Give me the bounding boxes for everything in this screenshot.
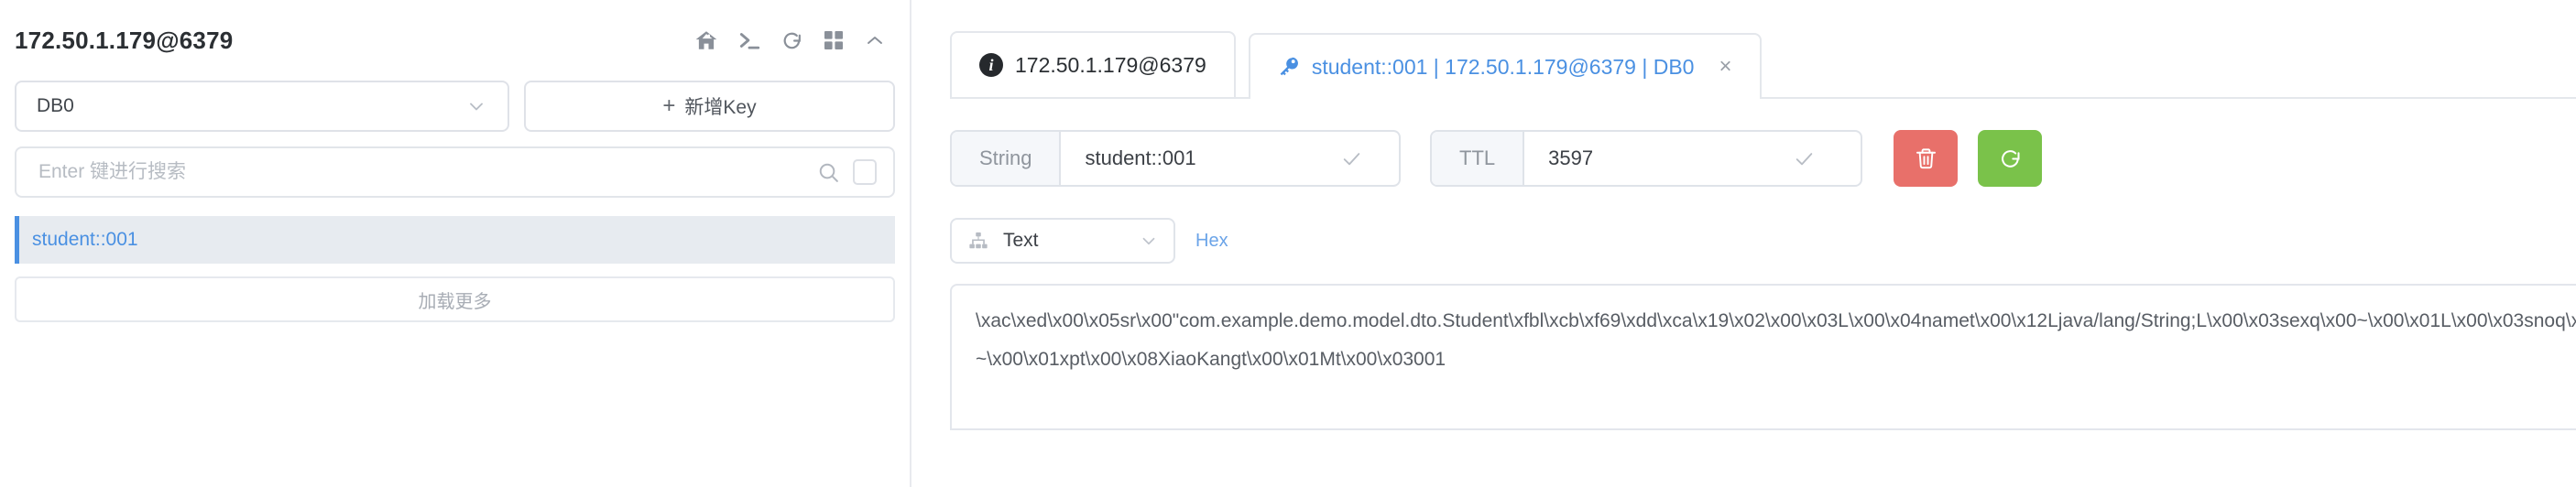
- trash-icon: [1914, 146, 1938, 171]
- sidebar-toolbar: [694, 28, 893, 52]
- refresh-icon: [1998, 146, 2023, 171]
- editor: String student::001 TTL 3597 Text Hex \x…: [950, 99, 2576, 430]
- ttl-field-group[interactable]: TTL 3597: [1430, 130, 1862, 187]
- search-checkbox[interactable]: [853, 159, 877, 185]
- refresh-icon[interactable]: [780, 29, 803, 52]
- terminal-icon[interactable]: [737, 28, 761, 52]
- format-select[interactable]: Text: [950, 218, 1175, 264]
- format-select-value: Text: [1003, 230, 1039, 251]
- list-item[interactable]: student::001: [15, 216, 895, 264]
- search-box[interactable]: [15, 146, 895, 198]
- key-item-label: student::001: [32, 229, 138, 250]
- search-icon[interactable]: [817, 161, 840, 184]
- check-icon[interactable]: [1340, 147, 1363, 170]
- load-more-button[interactable]: 加载更多: [15, 276, 895, 322]
- format-row: Text Hex: [950, 218, 2576, 264]
- ttl-value: 3597: [1548, 146, 1594, 169]
- search-row: [13, 146, 897, 198]
- db-select-value: DB0: [37, 95, 74, 116]
- chevron-down-icon: [1139, 231, 1159, 251]
- key-field-group[interactable]: String student::001: [950, 130, 1401, 187]
- db-select[interactable]: DB0: [15, 81, 509, 132]
- close-icon[interactable]: ×: [1719, 56, 1731, 78]
- editor-header-row: String student::001 TTL 3597: [950, 130, 2576, 187]
- ttl-label: TTL: [1432, 132, 1525, 185]
- sidebar: 172.50.1.179@6379 DB0 + 新增Key Enter 键进行搜…: [0, 0, 911, 487]
- hierarchy-icon: [968, 231, 988, 251]
- key-type-label: String: [952, 132, 1062, 185]
- plus-icon: +: [662, 93, 676, 118]
- add-key-button[interactable]: + 新增Key: [524, 81, 895, 132]
- sidebar-controls-row: DB0 + 新增Key: [13, 81, 897, 132]
- hex-toggle-link[interactable]: Hex: [1195, 231, 1228, 252]
- add-key-label: 新增Key: [684, 97, 757, 118]
- key-name-input[interactable]: student::001: [1061, 132, 1383, 185]
- grid-icon[interactable]: [823, 29, 845, 51]
- load-more-label: 加载更多: [418, 291, 492, 312]
- search-input[interactable]: [37, 160, 804, 184]
- reload-value-button[interactable]: [1978, 130, 2042, 187]
- key-name-value: student::001: [1085, 146, 1196, 169]
- tab-label: 172.50.1.179@6379: [1015, 52, 1206, 77]
- value-content-box[interactable]: \xac\xed\x00\x05sr\x00"com.example.demo.…: [950, 284, 2576, 430]
- chevron-down-icon: [465, 95, 487, 117]
- delete-key-button[interactable]: [1894, 130, 1958, 187]
- tab-key-student-001[interactable]: student::001 | 172.50.1.179@6379 | DB0 ×: [1248, 33, 1762, 101]
- value-content-text[interactable]: \xac\xed\x00\x05sr\x00"com.example.demo.…: [976, 302, 2576, 379]
- connection-title: 172.50.1.179@6379: [15, 26, 234, 54]
- main-panel: i 172.50.1.179@6379 student::001 | 172.5…: [911, 0, 2576, 487]
- ttl-input[interactable]: 3597: [1524, 132, 1836, 185]
- info-icon: i: [979, 53, 1003, 77]
- app-root: 172.50.1.179@6379 DB0 + 新增Key Enter 键进行搜…: [0, 0, 2576, 487]
- tab-label: student::001 | 172.50.1.179@6379 | DB0: [1311, 54, 1695, 79]
- sidebar-header: 172.50.1.179@6379: [13, 0, 897, 81]
- key-icon: [1278, 56, 1300, 78]
- tab-connection-info[interactable]: i 172.50.1.179@6379: [950, 31, 1236, 97]
- tab-bar: i 172.50.1.179@6379 student::001 | 172.5…: [950, 0, 2576, 101]
- home-icon[interactable]: [694, 28, 718, 52]
- chevron-up-icon[interactable]: [864, 29, 886, 51]
- key-list: student::001 加载更多: [13, 216, 897, 322]
- check-icon[interactable]: [1793, 147, 1816, 170]
